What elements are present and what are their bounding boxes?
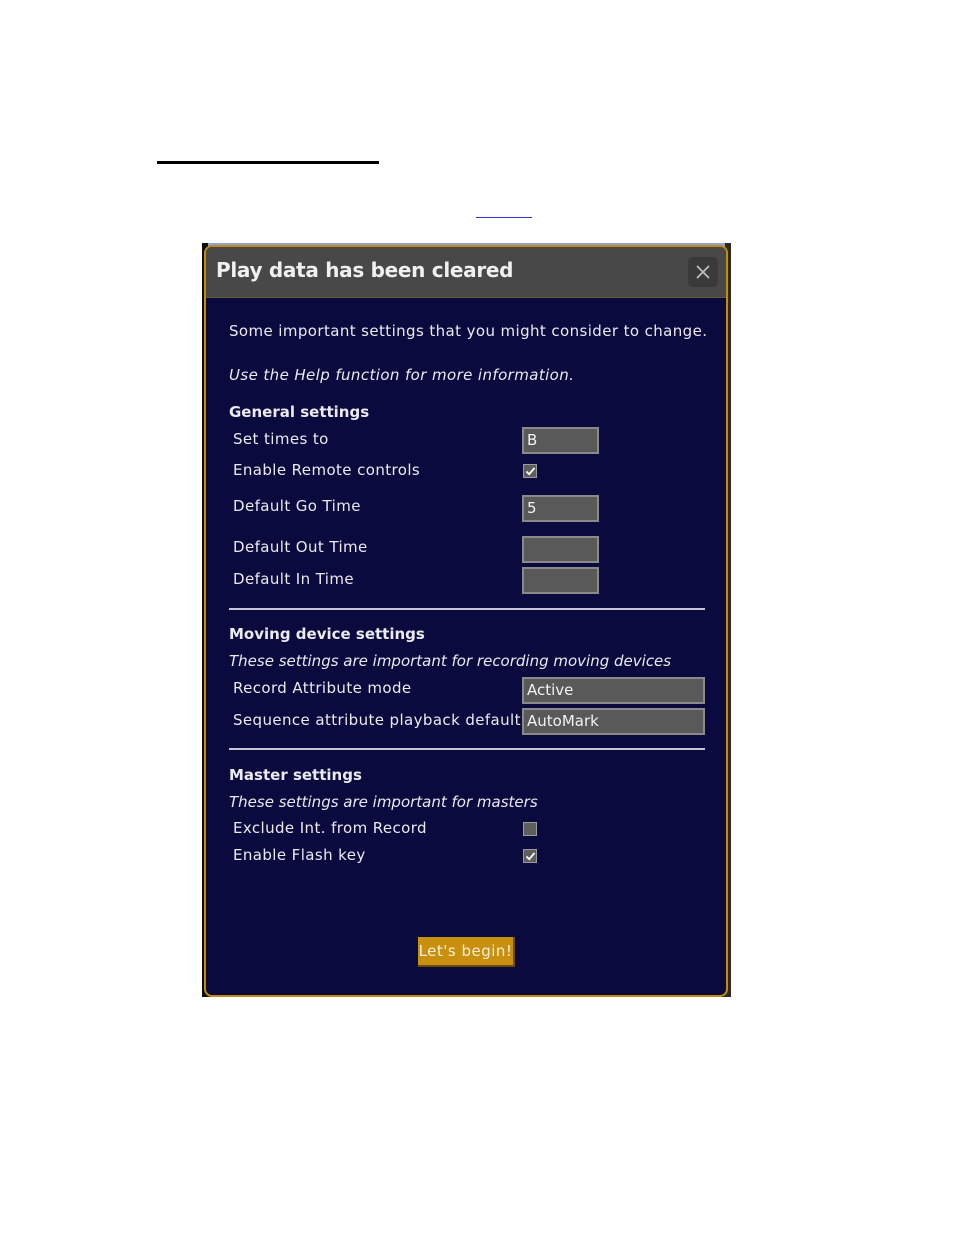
lets-begin-button[interactable]: Let's begin! bbox=[418, 937, 515, 967]
checkmark-icon bbox=[525, 466, 535, 476]
help-note: Use the Help function for more informati… bbox=[229, 366, 575, 384]
record-attribute-mode-field[interactable]: Active bbox=[522, 677, 705, 704]
moving-device-settings-title: Moving device settings bbox=[229, 625, 425, 643]
close-icon bbox=[696, 265, 710, 279]
section-divider bbox=[229, 608, 705, 610]
sequence-attribute-playback-default-field[interactable]: AutoMark bbox=[522, 708, 705, 735]
document-link-underline[interactable] bbox=[476, 217, 532, 218]
general-settings-title: General settings bbox=[229, 403, 370, 421]
close-button[interactable] bbox=[688, 257, 718, 287]
default-in-time-field[interactable] bbox=[522, 567, 599, 594]
play-data-cleared-dialog: Play data has been cleared Some importan… bbox=[204, 245, 728, 997]
section-divider bbox=[229, 748, 705, 750]
enable-flash-key-label: Enable Flash key bbox=[233, 846, 366, 864]
default-go-time-field[interactable]: 5 bbox=[522, 495, 599, 522]
sequence-attribute-playback-default-label: Sequence attribute playback default bbox=[233, 711, 521, 729]
default-out-time-label: Default Out Time bbox=[233, 538, 368, 556]
master-settings-title: Master settings bbox=[229, 766, 362, 784]
dialog-header: Play data has been cleared bbox=[206, 247, 726, 298]
enable-flash-key-checkbox[interactable] bbox=[523, 849, 537, 863]
set-times-to-label: Set times to bbox=[233, 430, 329, 448]
default-in-time-label: Default In Time bbox=[233, 570, 354, 588]
document-heading-underline bbox=[157, 161, 379, 164]
intro-text: Some important settings that you might c… bbox=[229, 322, 708, 340]
exclude-int-from-record-checkbox[interactable] bbox=[523, 822, 537, 836]
moving-device-settings-subtitle: These settings are important for recordi… bbox=[229, 652, 672, 670]
enable-remote-controls-checkbox[interactable] bbox=[523, 464, 537, 478]
checkmark-icon bbox=[525, 851, 535, 861]
dialog-title: Play data has been cleared bbox=[216, 258, 514, 282]
enable-remote-controls-label: Enable Remote controls bbox=[233, 461, 421, 479]
record-attribute-mode-label: Record Attribute mode bbox=[233, 679, 412, 697]
default-out-time-field[interactable] bbox=[522, 536, 599, 563]
default-go-time-label: Default Go Time bbox=[233, 497, 361, 515]
set-times-to-field[interactable]: B bbox=[522, 427, 599, 454]
exclude-int-from-record-label: Exclude Int. from Record bbox=[233, 819, 427, 837]
master-settings-subtitle: These settings are important for masters bbox=[229, 793, 538, 811]
